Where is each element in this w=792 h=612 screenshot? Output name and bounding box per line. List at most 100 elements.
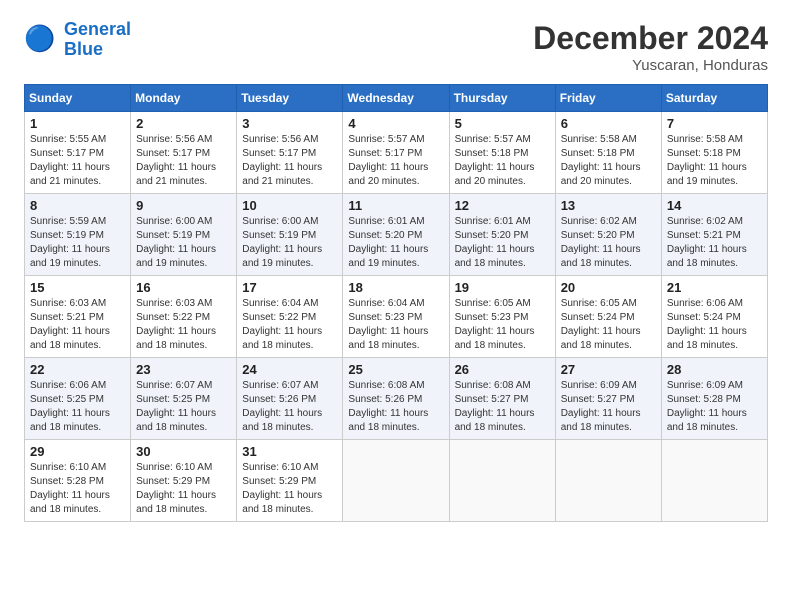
day-number: 27 xyxy=(561,362,656,377)
day-number: 3 xyxy=(242,116,337,131)
day-number: 21 xyxy=(667,280,762,295)
day-info: Sunrise: 6:01 AM Sunset: 5:20 PM Dayligh… xyxy=(455,215,550,271)
day-info: Sunrise: 5:57 AM Sunset: 5:18 PM Dayligh… xyxy=(455,133,550,189)
calendar-cell: 19 Sunrise: 6:05 AM Sunset: 5:23 PM Dayli… xyxy=(449,276,555,358)
day-of-week-header: Friday xyxy=(555,85,661,112)
day-info: Sunrise: 6:07 AM Sunset: 5:25 PM Dayligh… xyxy=(136,379,231,435)
day-info: Sunrise: 6:02 AM Sunset: 5:20 PM Dayligh… xyxy=(561,215,656,271)
calendar-week-row: 15Sunrise: 6:03 AM Sunset: 5:21 PM Dayli… xyxy=(25,276,768,358)
calendar-cell: 10 Sunrise: 6:00 AM Sunset: 5:19 PM Dayli… xyxy=(237,194,343,276)
day-number: 9 xyxy=(136,198,231,213)
day-info: Sunrise: 6:10 AM Sunset: 5:29 PM Dayligh… xyxy=(242,461,337,517)
calendar-cell: 24 Sunrise: 6:07 AM Sunset: 5:26 PM Dayli… xyxy=(237,358,343,440)
calendar-cell: 20 Sunrise: 6:05 AM Sunset: 5:24 PM Dayli… xyxy=(555,276,661,358)
calendar-cell: 31Sunrise: 6:10 AM Sunset: 5:29 PM Dayli… xyxy=(237,440,343,522)
day-number: 10 xyxy=(242,198,337,213)
day-info: Sunrise: 6:00 AM Sunset: 5:19 PM Dayligh… xyxy=(242,215,337,271)
day-number: 5 xyxy=(455,116,550,131)
calendar-week-row: 1Sunrise: 5:55 AM Sunset: 5:17 PM Daylig… xyxy=(25,112,768,194)
day-number: 25 xyxy=(348,362,443,377)
calendar-cell xyxy=(449,440,555,522)
day-number: 29 xyxy=(30,444,125,459)
day-number: 28 xyxy=(667,362,762,377)
day-number: 2 xyxy=(136,116,231,131)
day-info: Sunrise: 5:57 AM Sunset: 5:17 PM Dayligh… xyxy=(348,133,443,189)
day-info: Sunrise: 6:05 AM Sunset: 5:23 PM Dayligh… xyxy=(455,297,550,353)
day-info: Sunrise: 6:10 AM Sunset: 5:28 PM Dayligh… xyxy=(30,461,125,517)
calendar-cell: 16Sunrise: 6:03 AM Sunset: 5:22 PM Dayli… xyxy=(131,276,237,358)
day-of-week-header: Thursday xyxy=(449,85,555,112)
calendar-cell: 28Sunrise: 6:09 AM Sunset: 5:28 PM Dayli… xyxy=(661,358,767,440)
calendar-cell: 12 Sunrise: 6:01 AM Sunset: 5:20 PM Dayli… xyxy=(449,194,555,276)
day-info: Sunrise: 6:03 AM Sunset: 5:21 PM Dayligh… xyxy=(30,297,125,353)
day-info: Sunrise: 6:02 AM Sunset: 5:21 PM Dayligh… xyxy=(667,215,762,271)
title-block: December 2024 Yuscaran, Honduras xyxy=(533,20,768,74)
calendar-week-row: 22 Sunrise: 6:06 AM Sunset: 5:25 PM Dayli… xyxy=(25,358,768,440)
day-info: Sunrise: 5:59 AM Sunset: 5:19 PM Dayligh… xyxy=(30,215,125,271)
day-info: Sunrise: 5:56 AM Sunset: 5:17 PM Dayligh… xyxy=(242,133,337,189)
day-number: 19 xyxy=(455,280,550,295)
calendar-cell: 3 Sunrise: 5:56 AM Sunset: 5:17 PM Daylig… xyxy=(237,112,343,194)
day-number: 20 xyxy=(561,280,656,295)
day-number: 7 xyxy=(667,116,762,131)
day-info: Sunrise: 6:05 AM Sunset: 5:24 PM Dayligh… xyxy=(561,297,656,353)
logo-text: GeneralBlue xyxy=(64,20,131,60)
logo-icon: 🔵 xyxy=(24,22,60,58)
day-info: Sunrise: 6:06 AM Sunset: 5:25 PM Dayligh… xyxy=(30,379,125,435)
day-info: Sunrise: 6:08 AM Sunset: 5:26 PM Dayligh… xyxy=(348,379,443,435)
calendar-cell: 5 Sunrise: 5:57 AM Sunset: 5:18 PM Daylig… xyxy=(449,112,555,194)
calendar-cell: 17 Sunrise: 6:04 AM Sunset: 5:22 PM Dayli… xyxy=(237,276,343,358)
day-number: 11 xyxy=(348,198,443,213)
calendar-cell: 1Sunrise: 5:55 AM Sunset: 5:17 PM Daylig… xyxy=(25,112,131,194)
day-number: 4 xyxy=(348,116,443,131)
day-of-week-header: Tuesday xyxy=(237,85,343,112)
day-number: 24 xyxy=(242,362,337,377)
calendar-week-row: 8Sunrise: 5:59 AM Sunset: 5:19 PM Daylig… xyxy=(25,194,768,276)
calendar-header-row: SundayMondayTuesdayWednesdayThursdayFrid… xyxy=(25,85,768,112)
calendar-cell: 6Sunrise: 5:58 AM Sunset: 5:18 PM Daylig… xyxy=(555,112,661,194)
calendar-table: SundayMondayTuesdayWednesdayThursdayFrid… xyxy=(24,84,768,522)
day-info: Sunrise: 5:56 AM Sunset: 5:17 PM Dayligh… xyxy=(136,133,231,189)
day-number: 17 xyxy=(242,280,337,295)
calendar-cell: 26 Sunrise: 6:08 AM Sunset: 5:27 PM Dayli… xyxy=(449,358,555,440)
calendar-cell xyxy=(555,440,661,522)
day-info: Sunrise: 6:00 AM Sunset: 5:19 PM Dayligh… xyxy=(136,215,231,271)
calendar-cell: 8Sunrise: 5:59 AM Sunset: 5:19 PM Daylig… xyxy=(25,194,131,276)
day-info: Sunrise: 6:08 AM Sunset: 5:27 PM Dayligh… xyxy=(455,379,550,435)
day-info: Sunrise: 5:58 AM Sunset: 5:18 PM Dayligh… xyxy=(667,133,762,189)
calendar-cell: 21Sunrise: 6:06 AM Sunset: 5:24 PM Dayli… xyxy=(661,276,767,358)
calendar-cell: 4 Sunrise: 5:57 AM Sunset: 5:17 PM Daylig… xyxy=(343,112,449,194)
calendar-cell: 11 Sunrise: 6:01 AM Sunset: 5:20 PM Dayli… xyxy=(343,194,449,276)
day-of-week-header: Wednesday xyxy=(343,85,449,112)
calendar-cell: 25 Sunrise: 6:08 AM Sunset: 5:26 PM Dayli… xyxy=(343,358,449,440)
day-info: Sunrise: 6:09 AM Sunset: 5:27 PM Dayligh… xyxy=(561,379,656,435)
day-number: 30 xyxy=(136,444,231,459)
day-info: Sunrise: 6:07 AM Sunset: 5:26 PM Dayligh… xyxy=(242,379,337,435)
calendar-cell: 2 Sunrise: 5:56 AM Sunset: 5:17 PM Daylig… xyxy=(131,112,237,194)
logo: 🔵 GeneralBlue xyxy=(24,20,131,60)
calendar-cell: 29 Sunrise: 6:10 AM Sunset: 5:28 PM Dayli… xyxy=(25,440,131,522)
day-number: 26 xyxy=(455,362,550,377)
calendar-cell: 23 Sunrise: 6:07 AM Sunset: 5:25 PM Dayli… xyxy=(131,358,237,440)
day-number: 23 xyxy=(136,362,231,377)
calendar-week-row: 29 Sunrise: 6:10 AM Sunset: 5:28 PM Dayli… xyxy=(25,440,768,522)
day-number: 16 xyxy=(136,280,231,295)
day-info: Sunrise: 6:04 AM Sunset: 5:22 PM Dayligh… xyxy=(242,297,337,353)
calendar-cell xyxy=(661,440,767,522)
day-info: Sunrise: 6:01 AM Sunset: 5:20 PM Dayligh… xyxy=(348,215,443,271)
calendar-cell: 22 Sunrise: 6:06 AM Sunset: 5:25 PM Dayli… xyxy=(25,358,131,440)
day-number: 13 xyxy=(561,198,656,213)
svg-text:🔵: 🔵 xyxy=(24,24,55,53)
day-number: 12 xyxy=(455,198,550,213)
day-number: 22 xyxy=(30,362,125,377)
day-of-week-header: Monday xyxy=(131,85,237,112)
day-of-week-header: Sunday xyxy=(25,85,131,112)
month-title: December 2024 xyxy=(533,20,768,57)
calendar-cell: 9 Sunrise: 6:00 AM Sunset: 5:19 PM Daylig… xyxy=(131,194,237,276)
calendar-cell: 7 Sunrise: 5:58 AM Sunset: 5:18 PM Daylig… xyxy=(661,112,767,194)
day-info: Sunrise: 6:10 AM Sunset: 5:29 PM Dayligh… xyxy=(136,461,231,517)
calendar-cell xyxy=(343,440,449,522)
calendar-cell: 18Sunrise: 6:04 AM Sunset: 5:23 PM Dayli… xyxy=(343,276,449,358)
location-subtitle: Yuscaran, Honduras xyxy=(533,57,768,74)
day-info: Sunrise: 6:04 AM Sunset: 5:23 PM Dayligh… xyxy=(348,297,443,353)
